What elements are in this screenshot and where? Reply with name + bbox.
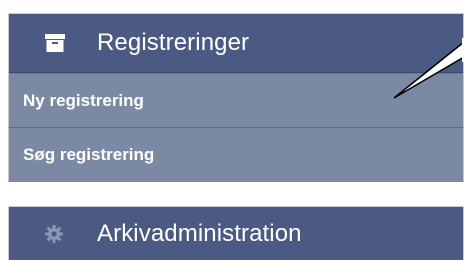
menu-item-ny-registrering[interactable]: Ny registrering [9,73,463,127]
gear-icon [45,224,67,243]
menu-item-soeg-registrering[interactable]: Søg registrering [9,127,463,182]
menu-item-label: Ny registrering [23,90,144,110]
arkivadministration-panel: Arkivadministration [8,206,464,260]
registreringer-panel: Registreringer Ny registrering Søg regis… [8,13,464,182]
panel-header-arkivadministration[interactable]: Arkivadministration [9,207,463,260]
archive-box-icon [45,34,67,52]
panel-title: Registreringer [97,29,250,56]
panel-title: Arkivadministration [97,219,302,247]
panel-header-registreringer[interactable]: Registreringer [9,14,463,73]
menu-item-label: Søg registrering [23,145,155,164]
